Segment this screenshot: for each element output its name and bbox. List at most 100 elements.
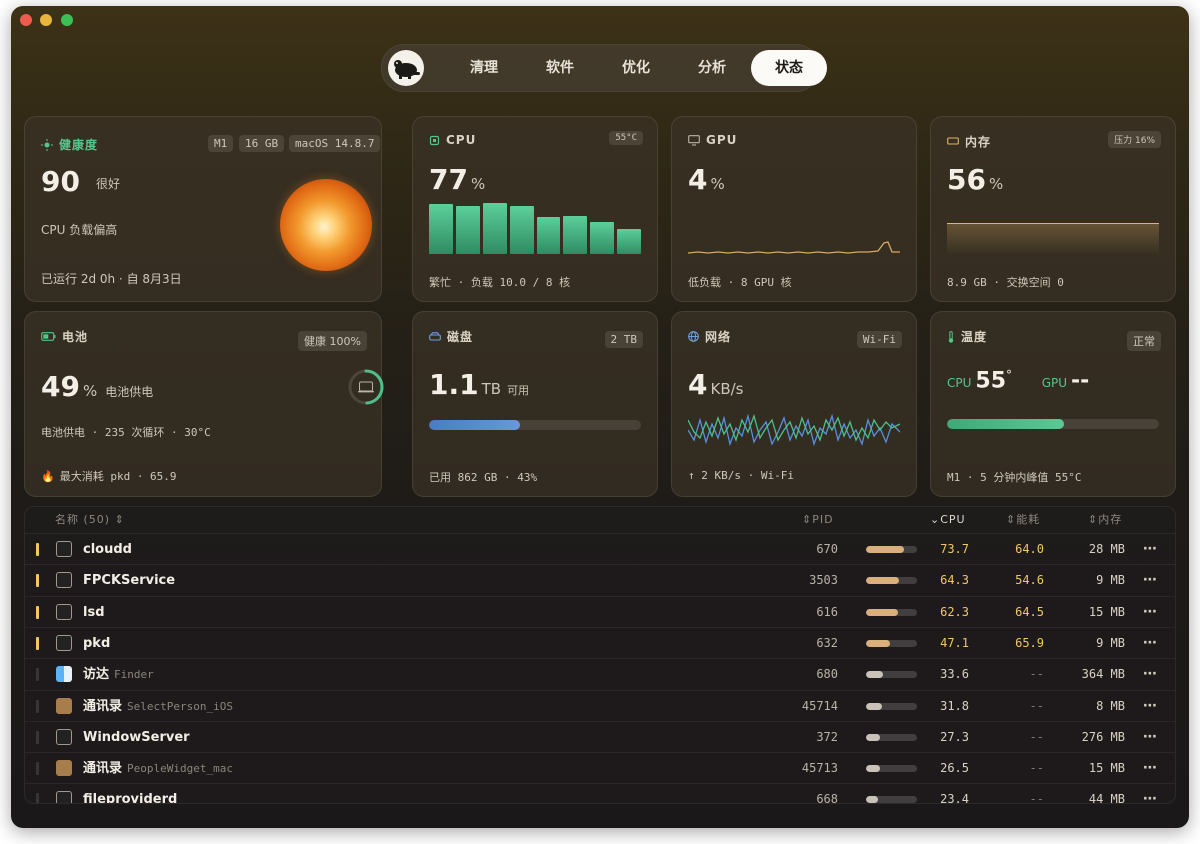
- table-row[interactable]: FPCKService 3503 64.3 54.6 9 MB ⋯: [25, 564, 1175, 596]
- gpu-card: GPU 4% 低负载 · 8 GPU 核: [671, 116, 917, 302]
- memory-icon: [947, 137, 959, 145]
- network-footer: ↑ 2 KB/s · Wi-Fi: [688, 469, 794, 482]
- process-pid: 45714: [801, 698, 838, 713]
- process-name: lsd: [83, 597, 110, 628]
- process-name: fileproviderd: [83, 784, 182, 803]
- process-memory: 15 MB: [1088, 604, 1125, 619]
- process-bundle: SelectPerson_iOS: [127, 699, 233, 713]
- gpu-temp-value: --: [1071, 368, 1090, 394]
- activity-marker: [36, 699, 39, 713]
- tab-clean[interactable]: 清理: [454, 53, 514, 83]
- sort-icon: ⇕: [802, 513, 813, 526]
- process-name-text: 通讯录: [83, 698, 123, 714]
- cpu-core-bar: [429, 204, 453, 254]
- gpu-header: GPU: [688, 133, 737, 147]
- disk-usage-bar: [429, 420, 641, 430]
- more-actions-icon[interactable]: ⋯: [1143, 753, 1157, 784]
- zoom-window-button[interactable]: [61, 14, 73, 26]
- flame-icon: 🔥: [41, 469, 55, 483]
- cpu-usage-bar: [866, 608, 917, 616]
- tab-analyze[interactable]: 分析: [682, 53, 742, 83]
- more-actions-icon[interactable]: ⋯: [1143, 628, 1157, 659]
- more-actions-icon[interactable]: ⋯: [1143, 722, 1157, 753]
- process-name-text: lsd: [83, 604, 105, 620]
- cpu-usage-fill: [866, 796, 878, 803]
- more-actions-icon[interactable]: ⋯: [1143, 691, 1157, 722]
- chip-icon: [429, 135, 440, 145]
- health-header: 健康度: [41, 136, 98, 153]
- name-header-label: 名称: [55, 513, 79, 526]
- process-cpu: 62.3: [940, 604, 969, 619]
- uptime-text: 已运行 2d 0h · 自 8月3日: [41, 272, 182, 286]
- process-table: 名称 (50) ⇕ ⇕PID ⌄CPU ⇕能耗 ⇕内存 cloudd 670 73.…: [24, 506, 1176, 804]
- gpu-title: GPU: [706, 133, 738, 147]
- process-memory: 28 MB: [1088, 542, 1125, 556]
- disk-size-badge: 2 TB: [604, 331, 643, 348]
- terminal-icon: [56, 572, 72, 589]
- table-row[interactable]: WindowServer 372 27.3 -- 276 MB ⋯: [25, 720, 1175, 753]
- terminal-icon: [56, 634, 72, 651]
- more-actions-icon[interactable]: ⋯: [1143, 784, 1157, 803]
- column-header-name[interactable]: 名称 (50) ⇕: [55, 507, 125, 533]
- more-actions-icon[interactable]: ⋯: [1143, 565, 1157, 596]
- table-row[interactable]: pkd 632 47.1 65.9 9 MB ⋯: [25, 626, 1175, 659]
- process-name: cloudd: [83, 534, 137, 565]
- process-pid: 45713: [801, 761, 838, 776]
- activity-marker: [36, 730, 39, 744]
- table-row[interactable]: 通讯录 SelectPerson_iOS 45714 31.8 -- 8 MB ⋯: [25, 689, 1175, 722]
- process-energy: --: [1029, 792, 1044, 804]
- process-name: pkd: [83, 628, 115, 659]
- network-header: 网络: [688, 328, 731, 345]
- sun-icon: [41, 138, 53, 151]
- cpu-usage-bar: [866, 796, 917, 803]
- process-cpu: 33.6: [940, 667, 969, 682]
- battery-icon: [41, 332, 56, 341]
- process-energy: 65.9: [1015, 635, 1044, 650]
- tab-status[interactable]: 状态: [751, 50, 827, 86]
- table-row[interactable]: 通讯录 PeopleWidget_mac 45713 26.5 -- 15 MB ⋯: [25, 752, 1175, 784]
- column-header-memory[interactable]: ⇕内存: [1088, 507, 1122, 533]
- process-energy: --: [1029, 667, 1044, 682]
- more-actions-icon[interactable]: ⋯: [1143, 597, 1157, 628]
- battery-card: 电池 健康 100% 49% 电池供电 电池供电 · 235 次循环 · 30°C…: [24, 311, 384, 497]
- gpu-usage-value: 4: [688, 163, 708, 196]
- process-name: 通讯录 PeopleWidget_mac: [83, 753, 233, 784]
- network-speed-unit: KB/s: [710, 380, 744, 398]
- cpu-usage-bar: [866, 639, 917, 647]
- close-window-button[interactable]: [20, 14, 32, 26]
- battery-state: 电池供电: [105, 385, 154, 399]
- process-bundle: PeopleWidget_mac: [127, 762, 233, 776]
- cpu-usage-bar: [866, 733, 917, 741]
- more-actions-icon[interactable]: ⋯: [1143, 534, 1157, 565]
- column-header-pid[interactable]: ⇕PID: [802, 507, 834, 533]
- gpu-footer: 低负载 · 8 GPU 核: [688, 276, 792, 289]
- column-header-energy[interactable]: ⇕能耗: [1006, 507, 1040, 533]
- cpu-usage-value: 77: [429, 163, 468, 196]
- health-title: 健康度: [59, 138, 99, 152]
- cpu-usage-fill: [866, 577, 899, 585]
- disk-free-value: 1.1: [429, 368, 479, 401]
- pid-header-label: PID: [812, 513, 834, 526]
- cpu-usage-fill: [866, 671, 884, 679]
- thermometer-icon: [948, 330, 954, 343]
- temperature-card: 温度 正常 CPU 55° GPU -- M1 · 5 分钟内峰值 55°C: [930, 311, 1176, 497]
- table-row[interactable]: lsd 616 62.3 64.5 15 MB ⋯: [25, 595, 1175, 628]
- disk-free-unit: TB: [481, 380, 502, 398]
- temperature-title: 温度: [961, 330, 988, 344]
- os-badge: macOS 14.8.7: [289, 135, 381, 152]
- table-row[interactable]: fileproviderd 668 23.4 -- 44 MB ⋯: [25, 783, 1175, 804]
- cpu-core-bar: [509, 205, 534, 254]
- terminal-icon: [56, 791, 72, 803]
- network-title: 网络: [705, 330, 732, 344]
- process-cpu: 47.1: [940, 635, 969, 650]
- column-header-cpu[interactable]: ⌄CPU: [930, 507, 966, 533]
- tab-optimize[interactable]: 优化: [606, 53, 666, 83]
- process-name-text: 访达: [83, 667, 110, 683]
- more-actions-icon[interactable]: ⋯: [1143, 659, 1157, 690]
- process-memory: 9 MB: [1096, 635, 1125, 650]
- minimize-window-button[interactable]: [40, 14, 52, 26]
- table-row[interactable]: 访达 Finder 680 33.6 -- 364 MB ⋯: [25, 658, 1175, 690]
- gpu-usage: 4%: [688, 163, 725, 196]
- tab-software[interactable]: 软件: [530, 53, 590, 83]
- table-row[interactable]: cloudd 670 73.7 64.0 28 MB ⋯: [25, 533, 1175, 565]
